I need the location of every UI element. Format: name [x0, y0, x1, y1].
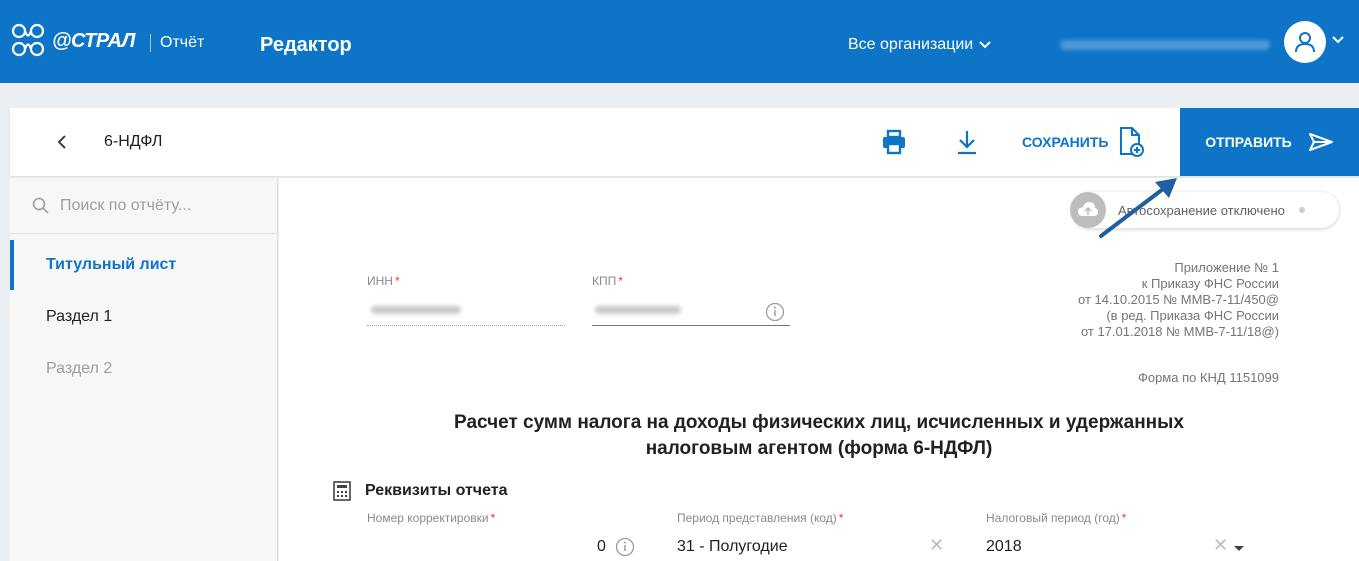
- kpp-value-blurred[interactable]: [595, 306, 681, 314]
- back-arrow-icon[interactable]: [52, 132, 72, 152]
- user-avatar[interactable]: [1284, 21, 1326, 63]
- sidebar-item-section-1[interactable]: Раздел 1: [10, 292, 278, 342]
- section-header: Реквизиты отчета: [333, 481, 508, 501]
- sidebar-item-section-2[interactable]: Раздел 2: [10, 344, 278, 394]
- save-document-icon: [1120, 127, 1145, 157]
- organization-selector-label: Все организации: [848, 36, 974, 53]
- correction-number-value[interactable]: 0: [597, 538, 606, 556]
- clear-period-icon[interactable]: ✕: [929, 535, 944, 556]
- sidebar-item-title-page[interactable]: Титульный лист: [10, 240, 278, 290]
- kpp-field[interactable]: [592, 325, 790, 326]
- sidebar-item-label: Раздел 2: [46, 360, 113, 377]
- user-menu-chevron-icon[interactable]: [1332, 36, 1344, 44]
- tax-year-select[interactable]: 2018: [986, 538, 1022, 556]
- send-button-label: ОТПРАВИТЬ: [1205, 134, 1292, 150]
- save-button-label: СОХРАНИТЬ: [1022, 134, 1109, 150]
- report-sidebar: Титульный лист Раздел 1 Раздел 2: [10, 178, 278, 561]
- autosave-label: Автосохранение отключено: [1118, 202, 1285, 218]
- save-button[interactable]: СОХРАНИТЬ: [1022, 124, 1145, 160]
- report-form: Автосохранение отключено ИНН * КПП * Прило…: [279, 178, 1359, 561]
- info-icon[interactable]: [615, 537, 635, 557]
- report-action-bar: 6-НДФЛ СОХРАНИТЬ ОТПРАВИТЬ: [10, 108, 1359, 176]
- logo-text[interactable]: @СТРАЛ: [52, 30, 135, 53]
- sidebar-item-label: Титульный лист: [46, 256, 177, 273]
- user-email-blurred: [1060, 40, 1270, 50]
- clear-tax-year-icon[interactable]: ✕: [1213, 535, 1228, 556]
- appendix-reference: Приложение № 1 к Приказу ФНС России от 1…: [1078, 260, 1279, 339]
- info-icon[interactable]: [765, 302, 785, 322]
- tax-year-label: Налоговый период (год) *: [986, 511, 1127, 525]
- sidebar-search: [10, 178, 278, 234]
- print-icon[interactable]: [880, 128, 908, 156]
- cloud-upload-icon: [1070, 192, 1106, 228]
- kpp-label: КПП *: [592, 274, 623, 288]
- period-code-select[interactable]: 31 - Полугодие: [677, 538, 788, 556]
- top-app-bar: @СТРАЛ Отчёт Редактор Все организации: [0, 0, 1359, 83]
- download-icon[interactable]: [954, 128, 980, 156]
- astral-logo-icon[interactable]: [10, 22, 46, 58]
- period-code-label: Период представления (код) *: [677, 511, 844, 525]
- form-knd-code: Форма по КНД 1151099: [1137, 370, 1279, 385]
- dropdown-caret-icon[interactable]: [1234, 546, 1244, 551]
- document-title: Расчет сумм налога на доходы физических …: [454, 412, 1184, 459]
- app-title: Редактор: [260, 34, 352, 56]
- inn-field[interactable]: [367, 325, 565, 326]
- chevron-down-icon: [979, 41, 991, 49]
- user-icon: [1295, 32, 1315, 53]
- inn-value-blurred[interactable]: [371, 306, 461, 314]
- calculator-icon: [333, 481, 351, 501]
- section-title: Реквизиты отчета: [365, 482, 508, 499]
- report-name: 6-НДФЛ: [104, 133, 163, 150]
- autosave-toggle[interactable]: Автосохранение отключено: [1070, 192, 1339, 228]
- correction-number-label: Номер корректировки *: [367, 511, 496, 525]
- send-button[interactable]: ОТПРАВИТЬ: [1180, 108, 1359, 176]
- search-input[interactable]: [60, 196, 240, 215]
- logo-divider: [150, 34, 151, 52]
- logo-product-name: Отчёт: [160, 34, 205, 51]
- search-icon: [32, 197, 49, 214]
- send-icon: [1308, 133, 1333, 151]
- sidebar-item-label: Раздел 1: [46, 308, 113, 325]
- organization-selector[interactable]: Все организации: [848, 36, 991, 54]
- autosave-switch-indicator: [1298, 207, 1305, 213]
- inn-label: ИНН *: [367, 274, 400, 288]
